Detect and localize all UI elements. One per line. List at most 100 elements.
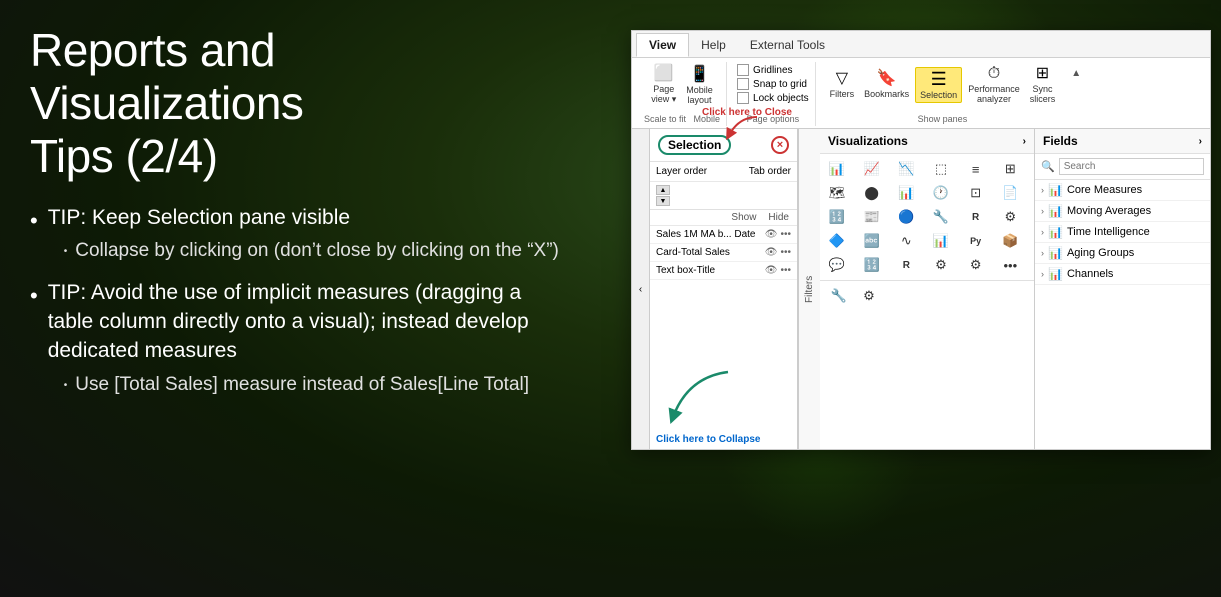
layer-item-0[interactable]: Sales 1M MA b... Date 👁 ••• xyxy=(650,226,797,244)
viz-icon-bottom-0[interactable]: 🔧 xyxy=(826,285,852,307)
viz-icon-0[interactable]: 📊 xyxy=(824,158,850,180)
more-icon-0: ••• xyxy=(780,229,791,240)
filters-icon: ▽ xyxy=(836,71,848,87)
sub-bullets-2: • Use [Total Sales] measure instead of S… xyxy=(48,372,560,399)
viz-icon-6[interactable]: 🗺 xyxy=(824,182,850,204)
lock-objects-checkbox-item[interactable]: Lock objects xyxy=(737,92,809,104)
hide-label: Hide xyxy=(768,212,789,223)
fields-pane: Fields › 🔍 › 📊 Core Measures xyxy=(1035,129,1210,449)
page-view-button[interactable]: ⬜ Pageview ▾ xyxy=(647,64,680,107)
snap-to-grid-checkbox[interactable] xyxy=(737,78,749,90)
viz-icon-16[interactable]: R xyxy=(963,206,989,228)
viz-icon-22[interactable]: Py xyxy=(963,230,989,252)
field-group-core-measures[interactable]: › 📊 Core Measures xyxy=(1035,180,1210,201)
viz-icon-8[interactable]: 📊 xyxy=(893,182,919,204)
ribbon-scroll-up[interactable]: ▲ xyxy=(1069,66,1083,81)
gridlines-checkbox[interactable] xyxy=(737,64,749,76)
viz-icon-20[interactable]: ∿ xyxy=(893,230,919,252)
gridlines-label: Gridlines xyxy=(753,65,792,76)
viz-icon-bottom-1[interactable]: ⚙ xyxy=(856,285,882,307)
filters-button[interactable]: ▽ Filters xyxy=(826,69,859,101)
expand-icon-core-measures: › xyxy=(1041,185,1044,195)
viz-icon-26[interactable]: R xyxy=(893,254,919,276)
layer-item-0-icons: 👁 ••• xyxy=(765,229,791,240)
snap-to-grid-checkbox-item[interactable]: Snap to grid xyxy=(737,78,809,90)
bullet-dot-2: • xyxy=(30,281,38,312)
field-group-moving-averages-label: Moving Averages xyxy=(1067,205,1151,217)
viz-icon-5[interactable]: ⊞ xyxy=(997,158,1023,180)
lock-objects-label: Lock objects xyxy=(753,93,809,104)
bookmarks-button[interactable]: 🔖 Bookmarks xyxy=(860,69,913,101)
sync-slicers-button[interactable]: ⊞ Syncslicers xyxy=(1026,64,1060,106)
lock-objects-checkbox[interactable] xyxy=(737,92,749,104)
viz-icon-4[interactable]: ≡ xyxy=(963,158,989,180)
viz-icon-21[interactable]: 📊 xyxy=(928,230,954,252)
selection-pane-close-button[interactable]: × xyxy=(771,136,789,154)
viz-icon-29[interactable]: ••• xyxy=(997,254,1023,276)
mobile-layout-button[interactable]: 📱 Mobilelayout xyxy=(682,65,717,107)
viz-icon-25[interactable]: 🔢 xyxy=(859,254,885,276)
sub-bullets-1: • Collapse by clicking on (don’t close b… xyxy=(48,238,559,265)
left-panel: Reports and Visualizations Tips (2/4) • … xyxy=(0,0,590,597)
visualizations-pane-title: Visualizations xyxy=(828,134,908,148)
field-group-channels-label: Channels xyxy=(1067,268,1113,280)
visualizations-pane-header: Visualizations › xyxy=(820,129,1034,154)
more-icon-1: ••• xyxy=(780,247,791,258)
viz-icon-9[interactable]: 🕐 xyxy=(928,182,954,204)
gridlines-checkbox-item[interactable]: Gridlines xyxy=(737,64,809,76)
viz-icon-18[interactable]: 🔷 xyxy=(824,230,850,252)
field-group-channels[interactable]: › 📊 Channels xyxy=(1035,264,1210,285)
field-group-core-measures-label: Core Measures xyxy=(1067,184,1142,196)
tab-external-tools[interactable]: External Tools xyxy=(738,34,837,56)
viz-icon-3[interactable]: ⬚ xyxy=(928,158,954,180)
layer-item-2[interactable]: Text box-Title 👁 ••• xyxy=(650,262,797,280)
layer-item-2-name: Text box-Title xyxy=(656,265,765,276)
viz-icon-19[interactable]: 🔤 xyxy=(859,230,885,252)
snap-to-grid-label: Snap to grid xyxy=(753,79,807,90)
viz-bottom-icons: 🔧 ⚙ xyxy=(820,280,1034,311)
bullet-dot-1: • xyxy=(30,206,38,237)
bullet-item-1: • TIP: Keep Selection pane visible • Col… xyxy=(30,203,560,270)
layer-down-button[interactable]: ▼ xyxy=(656,196,670,206)
show-panes-label: Show panes xyxy=(918,114,968,124)
click-here-collapse-label[interactable]: Click here to Collapse xyxy=(650,430,797,449)
selection-pane: Click here to Close Selection × xyxy=(650,129,798,449)
viz-icon-7[interactable]: ⬤ xyxy=(859,182,885,204)
viz-icon-17[interactable]: ⚙ xyxy=(997,206,1023,228)
selection-button[interactable]: ☰ Selection xyxy=(915,67,962,103)
viz-icon-27[interactable]: ⚙ xyxy=(928,254,954,276)
sub-bullet-1-1: • Collapse by clicking on (don’t close b… xyxy=(64,238,559,265)
layer-up-button[interactable]: ▲ xyxy=(656,185,670,195)
viz-icon-12[interactable]: 🔢 xyxy=(824,206,850,228)
field-group-aging-groups[interactable]: › 📊 Aging Groups xyxy=(1035,243,1210,264)
viz-icon-24[interactable]: 💬 xyxy=(824,254,850,276)
filters-sidebar[interactable]: Filters xyxy=(798,129,820,449)
fields-pane-expand-icon[interactable]: › xyxy=(1199,136,1202,147)
tab-view[interactable]: View xyxy=(636,33,689,57)
field-group-moving-averages[interactable]: › 📊 Moving Averages xyxy=(1035,201,1210,222)
left-collapse-bar[interactable]: ‹ xyxy=(632,129,650,449)
right-panel: View Help External Tools ⬜ Pageview ▾ xyxy=(590,0,1221,597)
viz-icon-2[interactable]: 📉 xyxy=(893,158,919,180)
page-view-icon: ⬜ xyxy=(654,66,674,82)
expand-icon-aging-groups: › xyxy=(1041,248,1044,258)
close-arrow-svg xyxy=(719,115,759,140)
ribbon-group-show-panes: ▽ Filters 🔖 Bookmarks ☰ Selection xyxy=(820,62,1066,126)
viz-icon-10[interactable]: ⊡ xyxy=(963,182,989,204)
fields-pane-header: Fields › xyxy=(1035,129,1210,154)
viz-icon-11[interactable]: 📄 xyxy=(997,182,1023,204)
field-group-time-intelligence[interactable]: › 📊 Time Intelligence xyxy=(1035,222,1210,243)
layer-item-1[interactable]: Card-Total Sales 👁 ••• xyxy=(650,244,797,262)
search-icon: 🔍 xyxy=(1041,160,1055,173)
performance-analyzer-button[interactable]: ⏱ Performanceanalyzer xyxy=(964,64,1024,106)
search-input[interactable] xyxy=(1059,158,1204,175)
viz-icon-28[interactable]: ⚙ xyxy=(963,254,989,276)
viz-icon-13[interactable]: 📰 xyxy=(859,206,885,228)
viz-icon-15[interactable]: 🔧 xyxy=(928,206,954,228)
viz-icon-23[interactable]: 📦 xyxy=(997,230,1023,252)
viz-icon-14[interactable]: 🔵 xyxy=(893,206,919,228)
layer-order-row: Layer order Tab order xyxy=(650,162,797,182)
tab-help[interactable]: Help xyxy=(689,34,738,56)
viz-icon-1[interactable]: 📈 xyxy=(859,158,885,180)
viz-pane-expand-icon[interactable]: › xyxy=(1023,136,1026,147)
